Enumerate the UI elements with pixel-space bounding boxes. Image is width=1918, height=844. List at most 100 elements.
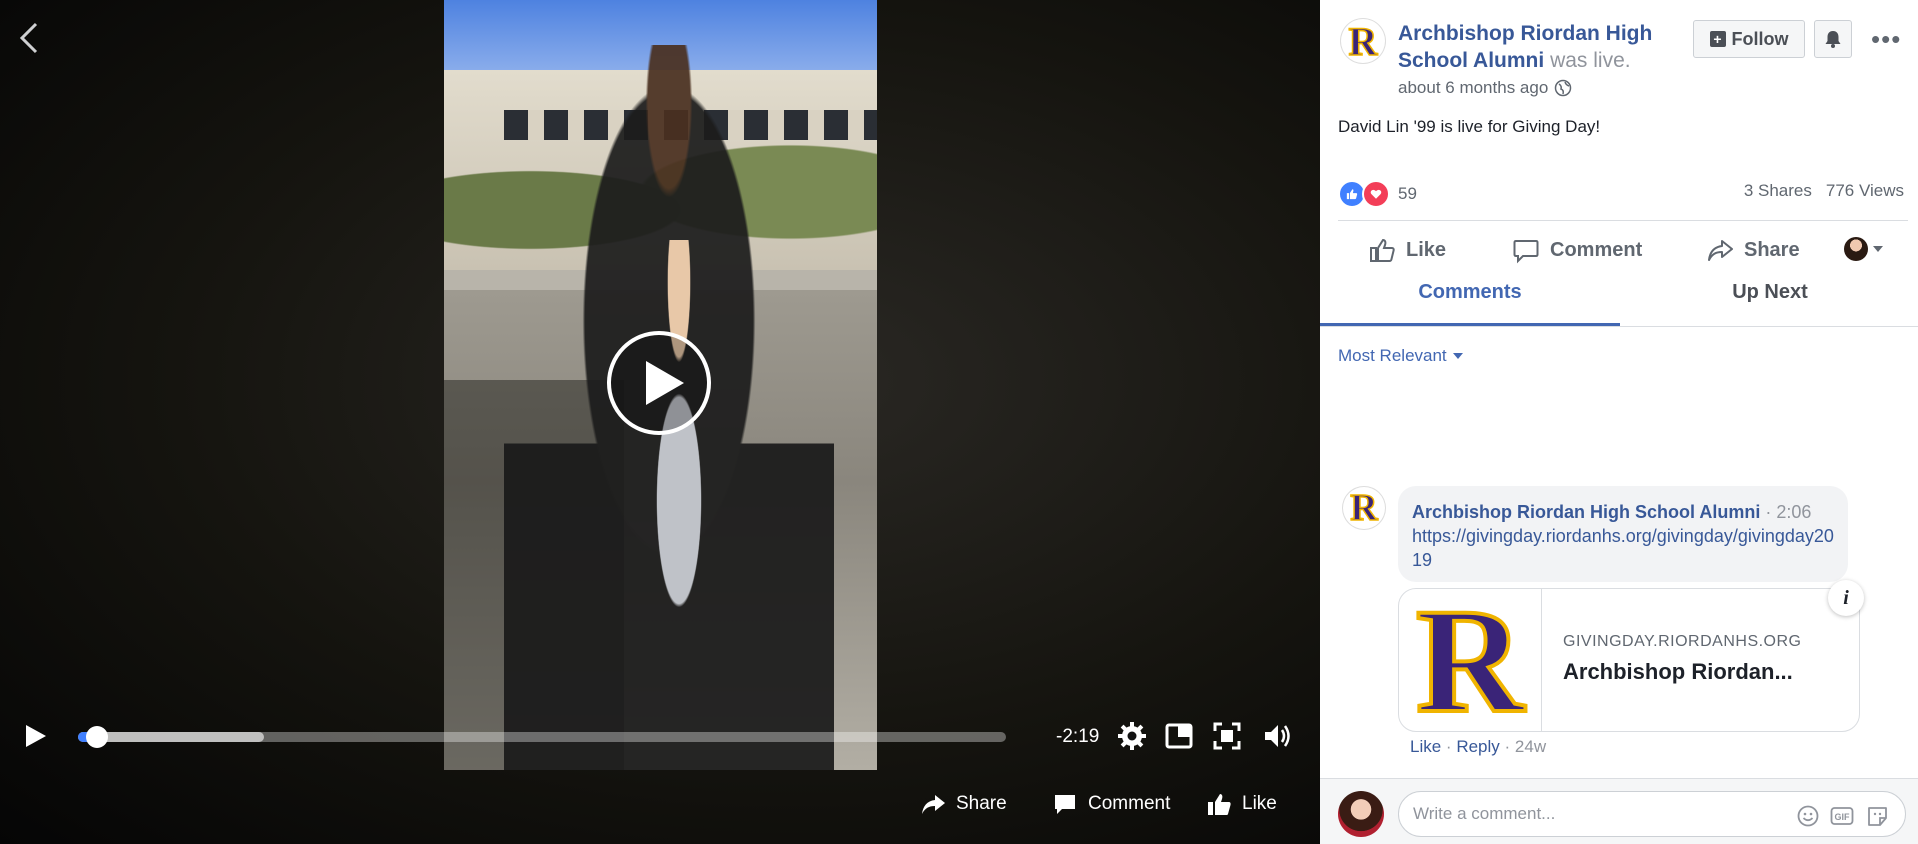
more-icon: ••• [1871, 24, 1902, 54]
big-play-button[interactable] [607, 331, 711, 435]
sticker-icon [1868, 807, 1887, 826]
comment-dot: · [1765, 502, 1777, 522]
comment-age[interactable]: 24w [1515, 737, 1546, 756]
comment-link[interactable]: https://givingday.riordanhs.org/givingda… [1412, 526, 1834, 570]
info-icon: i [1843, 587, 1849, 609]
comment-reply-link[interactable]: Reply [1456, 737, 1499, 756]
comment-like-link[interactable]: Like [1410, 737, 1441, 756]
page-avatar[interactable]: R [1340, 18, 1386, 64]
post-comment-button[interactable]: Comment [1512, 236, 1642, 264]
player-controls: -2:19 [0, 716, 1320, 756]
live-status: was live. [1550, 49, 1631, 72]
chevron-down-icon [1873, 246, 1883, 252]
follow-button[interactable]: + Follow [1693, 20, 1805, 58]
progress-handle[interactable] [85, 726, 108, 748]
heart-icon [1362, 180, 1390, 208]
volume-button[interactable] [1262, 721, 1292, 751]
views-count[interactable]: 776 Views [1826, 181, 1904, 201]
video-like-button[interactable]: Like [1206, 791, 1277, 817]
comment-icon [1513, 240, 1539, 264]
post-stats: 3 Shares 776 Views [1744, 181, 1904, 201]
tab-up-next[interactable]: Up Next [1620, 280, 1918, 326]
follow-label: Follow [1731, 28, 1789, 49]
video-actions-bar: Share Comment Like [0, 785, 1320, 825]
link-domain: GIVINGDAY.RIORDANHS.ORG [1563, 633, 1802, 650]
info-button[interactable]: i [1828, 580, 1864, 616]
emoji-button[interactable] [1796, 804, 1820, 828]
react-as-selector[interactable] [1844, 237, 1884, 261]
video-share-button[interactable]: Share [920, 791, 1007, 817]
comment-author[interactable]: Archbishop Riordan High School Alumni [1412, 502, 1760, 522]
gif-icon: GIF [1830, 807, 1854, 825]
meta-dot: · [1445, 737, 1457, 756]
mini-player-icon [1165, 723, 1193, 749]
comment-composer: GIF [1320, 778, 1918, 844]
fullscreen-button[interactable] [1212, 721, 1242, 751]
play-icon [646, 361, 684, 405]
link-preview-image: R [1399, 588, 1542, 732]
post-panel: R Archbishop Riordan High School Alumni … [1320, 0, 1918, 844]
post-text: David Lin '99 is live for Giving Day! [1338, 117, 1601, 136]
post-like-button[interactable]: Like [1368, 236, 1446, 264]
volume-icon [1265, 725, 1290, 747]
comment-actions: Like · Reply · 24w [1410, 737, 1546, 757]
more-options-button[interactable]: ••• [1871, 24, 1901, 55]
follow-plus-icon: + [1709, 31, 1726, 47]
chevron-down-icon [1452, 353, 1463, 359]
post-header: Archbishop Riordan High School Alumni wa… [1398, 20, 1688, 74]
meta-dot: · [1504, 737, 1515, 756]
comment-bubble: Archbishop Riordan High School Alumni · … [1398, 486, 1848, 582]
settings-icon [1118, 722, 1146, 750]
post-share-label: Share [1744, 238, 1800, 261]
link-preview-logo: R [1414, 588, 1526, 732]
page-logo: R [1348, 18, 1378, 65]
link-title: Archbishop Riordan... [1563, 659, 1793, 684]
svg-text:GIF: GIF [1835, 812, 1851, 822]
user-avatar[interactable] [1338, 791, 1384, 837]
comment-icon [1055, 795, 1075, 814]
share-icon [1708, 240, 1733, 261]
reaction-count: 59 [1398, 184, 1417, 203]
time-remaining: -2:19 [1056, 726, 1100, 747]
tabs-divider [1320, 326, 1918, 327]
post-share-button[interactable]: Share [1706, 236, 1800, 264]
video-comment-label: Comment [1088, 793, 1171, 814]
like-icon [1370, 238, 1395, 262]
globe-icon [1555, 79, 1572, 97]
post-timestamp[interactable]: about 6 months ago [1398, 78, 1572, 98]
post-like-label: Like [1406, 238, 1447, 261]
shares-count[interactable]: 3 Shares [1744, 181, 1812, 201]
comment-video-time[interactable]: 2:06 [1776, 502, 1811, 522]
sort-label: Most Relevant [1338, 346, 1447, 365]
play-button[interactable] [22, 723, 48, 749]
link-preview-card[interactable]: R GIVINGDAY.RIORDANHS.ORG Archbishop Rio… [1398, 588, 1860, 732]
share-icon [922, 795, 945, 814]
post-time-text: about 6 months ago [1398, 78, 1549, 97]
user-mini-avatar [1844, 237, 1868, 261]
play-icon [26, 725, 46, 747]
progress-track[interactable] [78, 726, 1006, 748]
notifications-button[interactable] [1814, 20, 1852, 58]
comment-sort-dropdown[interactable]: Most Relevant [1338, 346, 1463, 366]
tab-comments[interactable]: Comments [1320, 280, 1620, 326]
video-comment-button[interactable]: Comment [1052, 791, 1170, 817]
like-icon [1208, 794, 1231, 815]
fullscreen-icon [1213, 722, 1241, 750]
video-share-label: Share [956, 793, 1007, 814]
back-button[interactable] [14, 18, 44, 58]
video-stage: -2:19 Share Comment Like [0, 0, 1320, 844]
back-icon [19, 22, 38, 54]
divider [1338, 220, 1908, 221]
tab-comments-label: Comments [1418, 281, 1522, 303]
reactions-summary[interactable]: 59 [1338, 180, 1417, 208]
comment-logo: R [1350, 486, 1379, 530]
settings-button[interactable] [1117, 721, 1147, 751]
gif-button[interactable]: GIF [1830, 804, 1854, 828]
comment-avatar[interactable]: R [1342, 486, 1386, 530]
sticker-button[interactable] [1866, 804, 1890, 828]
video-baby [624, 240, 734, 660]
emoji-icon [1797, 805, 1819, 827]
video-like-label: Like [1242, 793, 1277, 814]
mini-player-button[interactable] [1164, 721, 1194, 751]
tab-up-next-label: Up Next [1732, 281, 1808, 303]
